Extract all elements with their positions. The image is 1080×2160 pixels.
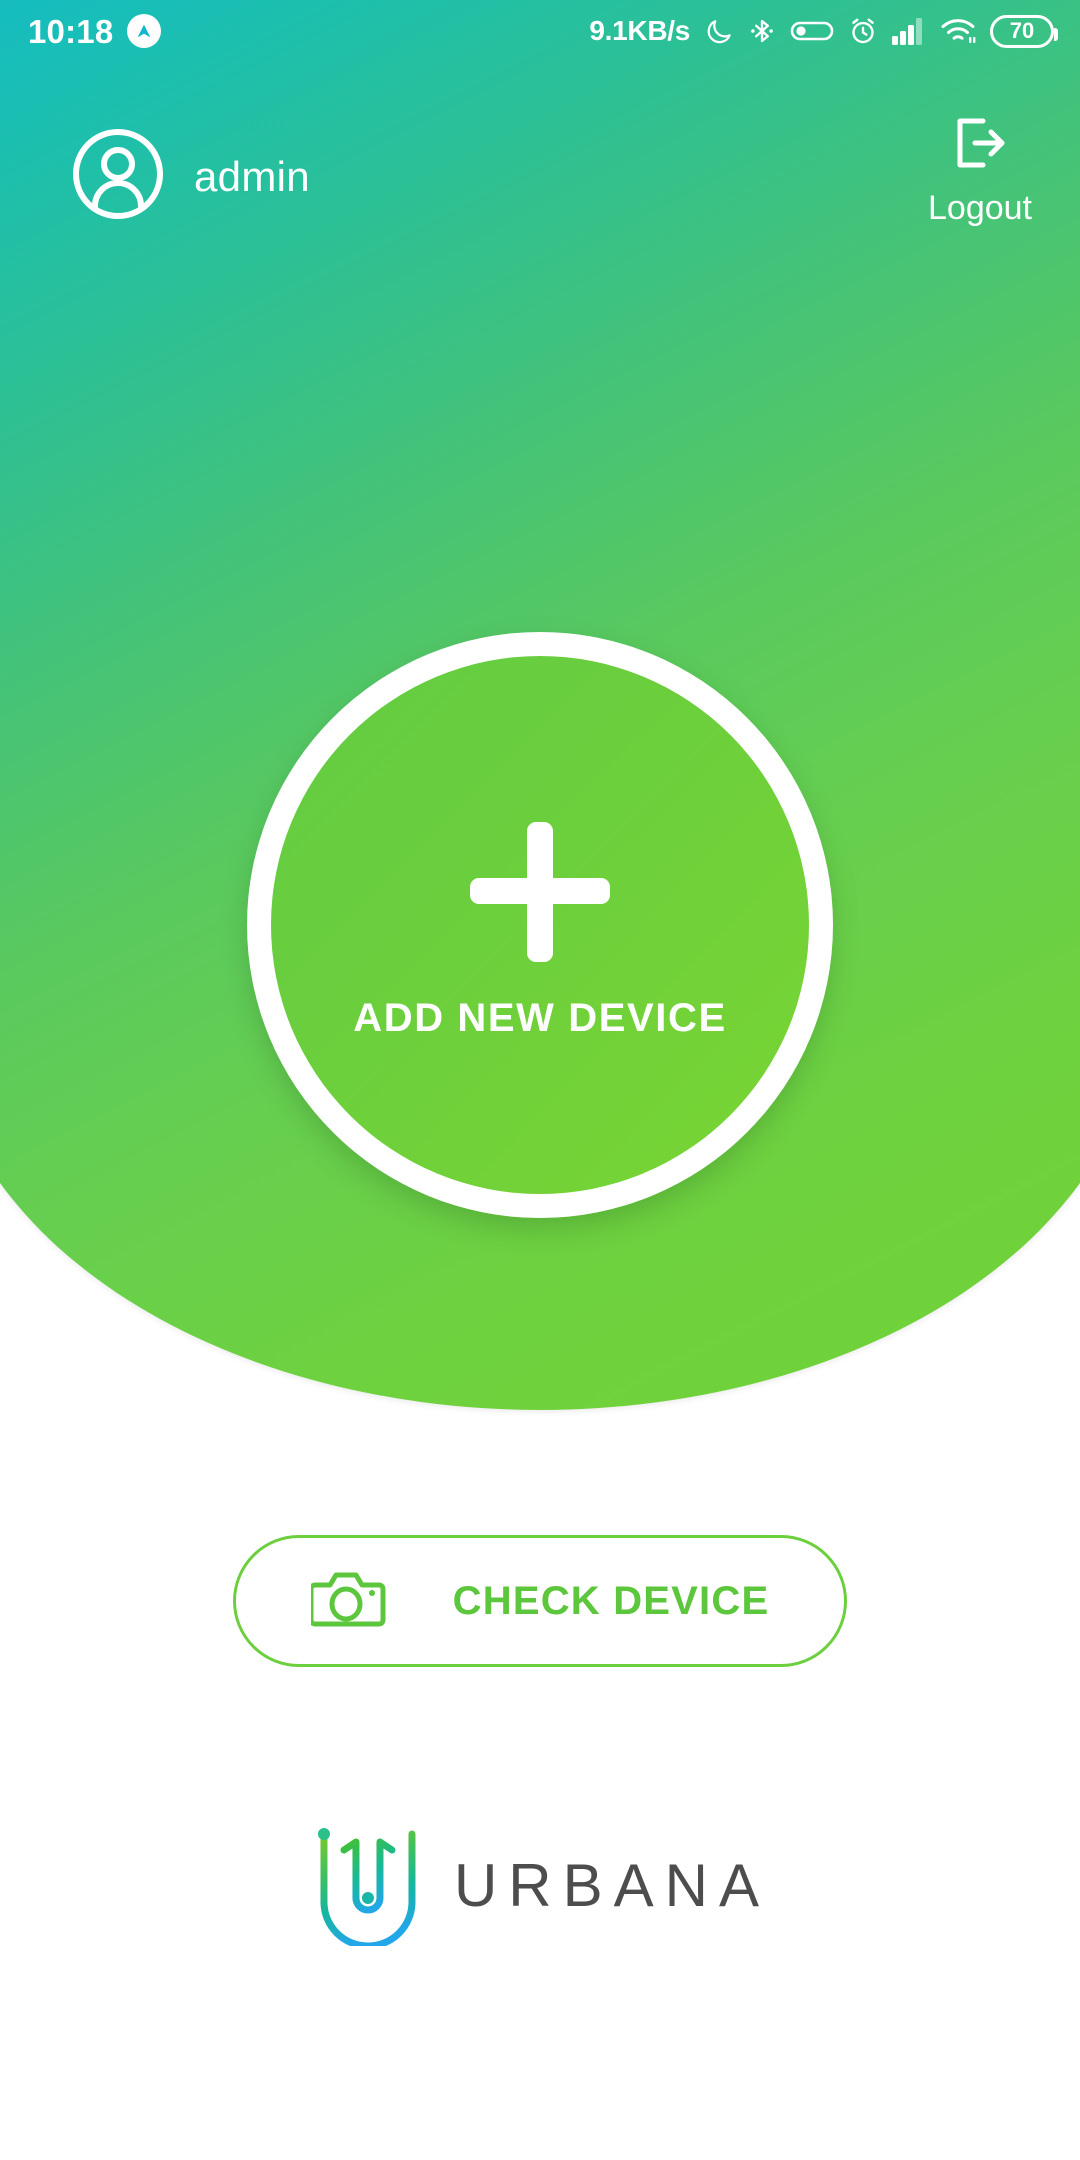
vpn-key-icon bbox=[790, 16, 834, 46]
add-device-label: ADD NEW DEVICE bbox=[353, 995, 727, 1040]
status-bar: 10:18 9.1KB/s 70 bbox=[0, 0, 1080, 62]
logout-label: Logout bbox=[928, 189, 1032, 227]
status-icon-group: 9.1KB/s 70 bbox=[589, 14, 1058, 48]
user-profile[interactable]: admin bbox=[70, 126, 310, 227]
app-caret-icon bbox=[127, 14, 162, 48]
brand-name: URBANA bbox=[453, 1851, 771, 1919]
urbana-u-mark-icon bbox=[310, 1820, 428, 1951]
cellular-signal-icon bbox=[892, 17, 926, 45]
bluetooth-icon bbox=[748, 16, 776, 46]
network-speed-text: 9.1KB/s bbox=[589, 15, 690, 46]
app-header: admin Logout bbox=[0, 112, 1080, 262]
check-device-label: CHECK DEVICE bbox=[452, 1578, 770, 1623]
battery-icon: 70 bbox=[990, 14, 1058, 48]
check-device-button[interactable]: CHECK DEVICE bbox=[233, 1535, 847, 1667]
user-avatar-icon bbox=[70, 126, 166, 227]
add-new-device-button[interactable]: ADD NEW DEVICE bbox=[247, 632, 833, 1218]
username-label: admin bbox=[194, 152, 310, 200]
status-clock: 10:18 bbox=[28, 12, 114, 50]
camera-icon bbox=[308, 1568, 387, 1635]
do-not-disturb-moon-icon bbox=[704, 16, 734, 46]
wifi-icon bbox=[940, 16, 976, 46]
add-device-surface[interactable]: ADD NEW DEVICE bbox=[271, 656, 809, 1194]
alarm-clock-icon bbox=[848, 16, 878, 46]
app-screen: 10:18 9.1KB/s 70 admin Logout ADD NEW DE… bbox=[0, 0, 1080, 2160]
logout-button[interactable]: Logout bbox=[928, 112, 1032, 228]
plus-icon bbox=[470, 821, 610, 962]
battery-level-text: 70 bbox=[1009, 18, 1035, 43]
urbana-logo: URBANA bbox=[310, 1820, 770, 1951]
logout-arrow-icon bbox=[949, 112, 1011, 179]
